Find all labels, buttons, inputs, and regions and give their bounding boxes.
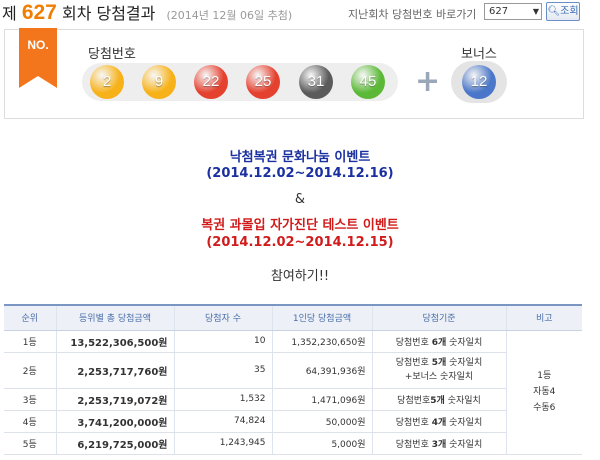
bonus-label: 보너스 <box>461 47 497 62</box>
ball-tray: 2 9 22 25 31 45 <box>82 63 398 101</box>
total-cell: 2,253,719,072원 <box>55 388 174 411</box>
criteria-count: 5개 <box>431 358 447 368</box>
rank-cell: 3등 <box>4 388 56 411</box>
note-cell: 1등 자동4 수동6 <box>505 330 582 455</box>
total-cell: 6,219,725,000원 <box>55 432 174 455</box>
criteria-text: 숫자일치 <box>446 358 483 368</box>
past-round-label: 지난회차 당첨번호 바로가기 <box>348 8 477 21</box>
ball-5: 31 <box>299 65 333 99</box>
criteria-cell: 당첨번호 4개 숫자일치 <box>371 410 506 433</box>
draw-date: (2014년 12월 06일 추첨) <box>166 9 293 22</box>
criteria-text: 당첨번호 <box>395 439 432 450</box>
col-winners: 당첨자 수 <box>173 305 272 331</box>
winners-cell: 1,532 <box>173 388 272 411</box>
ribbon-label: NO. <box>27 38 49 52</box>
winners-cell: 1,243,945 <box>173 432 272 455</box>
ball-6: 45 <box>351 65 385 99</box>
table-row: 3등 2,253,719,072원 1,532 1,471,096원 당첨번호5… <box>4 388 582 411</box>
number-ribbon: NO. <box>19 28 57 88</box>
ball-3: 22 <box>194 65 228 99</box>
per-person-cell: 1,471,096원 <box>271 388 372 411</box>
round-select[interactable]: 627 ▼ <box>484 3 542 20</box>
join-link[interactable]: 참여하기!! <box>0 265 600 284</box>
criteria-cell: 당첨번호5개 숫자일치 <box>371 388 506 411</box>
note-line: 1등 <box>537 371 552 381</box>
winners-cell: 35 <box>173 352 272 389</box>
rank-cell: 5등 <box>4 432 56 455</box>
total-cell: 13,522,306,500원 <box>55 330 174 353</box>
criteria-text: 당첨번호 <box>395 337 432 348</box>
col-rank: 순위 <box>4 305 56 331</box>
note-line: 수동6 <box>533 403 556 413</box>
bonus-ball: 12 <box>462 65 496 99</box>
title-suffix: 회차 당첨결과 <box>61 4 156 23</box>
event2-title[interactable]: 복권 과몰입 자가진단 테스트 이벤트 <box>0 214 600 233</box>
ball-1: 2 <box>90 65 124 99</box>
rank-cell: 2등 <box>4 352 56 389</box>
ball-4: 25 <box>246 65 280 99</box>
event1-period: (2014.12.02~2014.12.16) <box>206 166 394 181</box>
winners-cell: 74,824 <box>173 410 272 433</box>
note-line: 자동4 <box>533 387 556 397</box>
criteria-count: 3개 <box>431 439 447 450</box>
criteria-text: 숫자일치 <box>444 395 481 406</box>
col-note: 비고 <box>505 305 582 331</box>
criteria-text: 숫자일치 <box>446 337 483 348</box>
per-person-cell: 50,000원 <box>271 410 372 433</box>
table-header-row: 순위 등위별 총 당첨금액 당첨자 수 1인당 당첨금액 당첨기준 비고 <box>4 305 582 331</box>
criteria-text: 당첨번호 <box>395 358 432 368</box>
page-header: 제 627 회차 당첨결과 (2014년 12월 06일 추첨) 지난회차 당첨… <box>0 0 600 24</box>
col-total: 등위별 총 당첨금액 <box>55 305 174 331</box>
criteria-count: 6개 <box>431 337 447 348</box>
title-prefix: 제 <box>2 4 17 23</box>
search-icon: 🔍︎ <box>547 6 561 17</box>
criteria-text: 당첨번호 <box>395 417 432 428</box>
winners-cell: 10 <box>173 330 272 353</box>
col-per-person: 1인당 당첨금액 <box>271 305 372 331</box>
winning-numbers-label: 당첨번호 <box>88 47 136 62</box>
rank-cell: 4등 <box>4 410 56 433</box>
per-person-cell: 5,000원 <box>271 432 372 455</box>
bonus-tray: 12 <box>451 61 507 103</box>
ball-2: 9 <box>142 65 176 99</box>
criteria-text: 당첨번호 <box>397 395 431 406</box>
page-title: 제 627 회차 당첨결과 (2014년 12월 06일 추첨) <box>2 0 292 25</box>
event2-period: (2014.12.02~2014.12.15) <box>206 235 394 250</box>
criteria-count: 4개 <box>431 417 447 428</box>
criteria-text: 숫자일치 <box>446 439 483 450</box>
table-row: 5등 6,219,725,000원 1,243,945 5,000원 당첨번호 … <box>4 432 582 455</box>
per-person-cell: 64,391,936원 <box>271 352 372 389</box>
criteria-text: 숫자일치 <box>446 417 483 428</box>
search-button-label: 조회 <box>560 6 579 17</box>
winning-numbers-panel: NO. 당첨번호 보너스 2 9 22 25 31 45 + 12 <box>4 28 584 119</box>
criteria-cell: 당첨번호 3개 숫자일치 <box>371 432 506 455</box>
total-cell: 2,253,717,760원 <box>55 352 174 389</box>
criteria-count: 5개 <box>430 395 445 406</box>
per-person-cell: 1,352,230,650원 <box>271 330 372 353</box>
rank-cell: 1등 <box>4 330 56 353</box>
prize-table: 순위 등위별 총 당첨금액 당첨자 수 1인당 당첨금액 당첨기준 비고 1등 … <box>4 304 582 455</box>
draw-number: 627 <box>21 1 57 24</box>
criteria-bonus-text: +보너스 숫자일치 <box>404 372 474 382</box>
event1-title[interactable]: 낙첨복권 문화나눔 이벤트 <box>0 146 600 165</box>
table-row: 4등 3,741,200,000원 74,824 50,000원 당첨번호 4개… <box>4 410 582 433</box>
total-cell: 3,741,200,000원 <box>55 410 174 433</box>
criteria-cell: 당첨번호 5개 숫자일치 +보너스 숫자일치 <box>371 352 506 389</box>
round-select-value: 627 <box>489 6 509 17</box>
chevron-down-icon: ▼ <box>532 7 539 16</box>
col-criteria: 당첨기준 <box>371 305 506 331</box>
search-button[interactable]: 🔍︎조회 <box>546 2 580 21</box>
table-row: 2등 2,253,717,760원 35 64,391,936원 당첨번호 5개… <box>4 352 582 389</box>
event-ampersand: & <box>294 192 306 207</box>
table-row: 1등 13,522,306,500원 10 1,352,230,650원 당첨번… <box>4 330 582 455</box>
criteria-cell: 당첨번호 6개 숫자일치 <box>371 330 506 353</box>
plus-icon: + <box>415 64 441 99</box>
